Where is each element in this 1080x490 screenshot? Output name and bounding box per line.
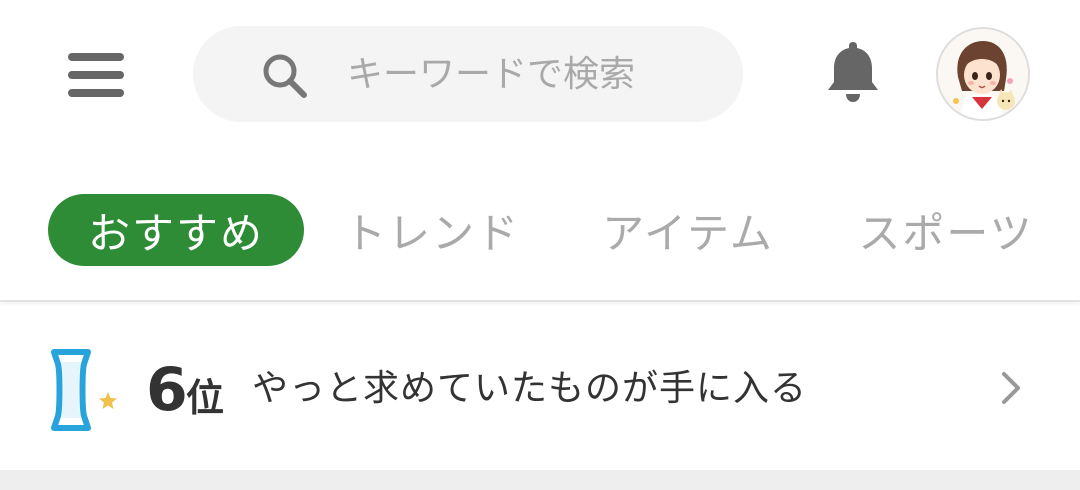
tab-items[interactable]: アイテム — [592, 194, 784, 266]
tabs-divider — [0, 300, 1080, 302]
menu-line — [68, 89, 124, 97]
bell-icon[interactable] — [822, 38, 884, 108]
rank-number: 6 — [146, 355, 188, 425]
menu-line — [68, 53, 124, 61]
hamburger-menu-button[interactable] — [60, 46, 132, 104]
avatar-image — [938, 29, 1028, 119]
rank-badge-icon — [51, 349, 117, 431]
tab-recommended[interactable]: おすすめ — [48, 194, 304, 266]
category-tabs: おすすめ トレンド アイテム スポーツ — [0, 180, 1080, 280]
search-input[interactable] — [347, 53, 747, 95]
avatar[interactable] — [936, 27, 1030, 121]
ranking-row[interactable]: 6 位 やっと求めていたものが手に入る — [0, 308, 1080, 468]
menu-line — [68, 71, 124, 79]
section-separator — [0, 470, 1080, 490]
chevron-right-icon[interactable] — [996, 368, 1026, 408]
search-bar[interactable] — [193, 26, 747, 122]
tab-sports[interactable]: スポーツ — [850, 194, 1042, 266]
tab-trend[interactable]: トレンド — [336, 194, 528, 266]
page: おすすめ トレンド アイテム スポーツ 6 位 やっと求めていたものが手に入る — [0, 0, 1080, 490]
rank-unit: 位 — [186, 376, 225, 420]
ranking-title[interactable]: やっと求めていたものが手に入る — [252, 364, 807, 414]
app-header — [0, 0, 1080, 150]
search-icon — [263, 54, 307, 98]
